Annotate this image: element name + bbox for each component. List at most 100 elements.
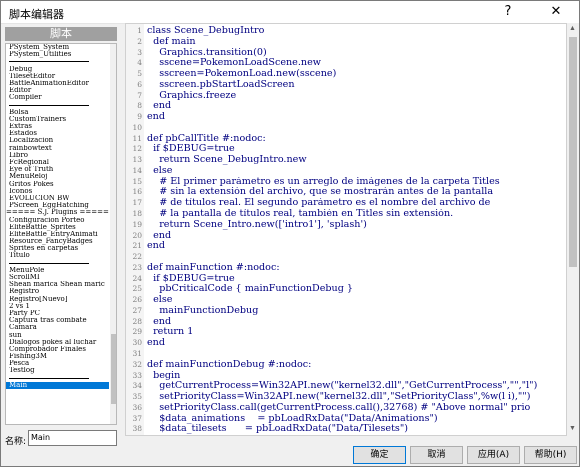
code-text[interactable]: else [147,295,172,306]
script-list-item[interactable]: EliteBattle_Sprites [6,224,109,231]
code-line[interactable]: 19 return Scene_Intro.new(['intro1'], 's… [126,220,566,231]
script-list-item[interactable]: Editor [6,87,109,94]
cancel-button[interactable]: 取消 [410,446,463,464]
code-line[interactable]: 10 [126,123,566,134]
ok-button[interactable]: 确定 [353,446,406,464]
script-list-item[interactable]: Iconos [6,188,109,195]
code-line[interactable]: 37 $data_animations = pbLoadRxData("Data… [126,414,566,425]
scroll-down-icon[interactable]: ▼ [569,425,576,432]
script-list-item[interactable]: Registro [6,288,109,295]
help-icon[interactable]: ? [485,1,531,23]
code-lines[interactable]: 1 class Scene_DebugIntro 2 def main 3 Graph… [126,26,566,436]
script-list-item[interactable]: FcRegional [6,159,109,166]
script-list-item[interactable]: Localizacion [6,137,109,144]
code-line[interactable]: 8 end [126,101,566,112]
code-text[interactable]: setPriorityClass.call(getCurrentProcess.… [147,403,530,414]
script-list-item[interactable]: Party PC [6,310,109,317]
script-list-item[interactable]: sun [6,332,109,339]
code-line[interactable]: 28 end [126,317,566,328]
code-text[interactable]: pbCriticalCode { mainFunctionDebug } [147,284,353,295]
code-text[interactable]: sscreen=PokemonLoad.new(sscene) [147,69,336,80]
script-list-item[interactable]: Configuracion Porteo [6,217,109,224]
script-list-item[interactable]: Resource_FancyBadges [6,238,109,245]
code-line[interactable]: 26 else [126,295,566,306]
scroll-up-icon[interactable]: ▲ [569,25,576,32]
code-line[interactable]: 39 $data_common_events = pbLoadRxData("D… [126,435,566,436]
code-line[interactable]: 13 return Scene_DebugIntro.new [126,155,566,166]
code-line[interactable]: 2 def main [126,37,566,48]
script-list-scrollbar[interactable] [110,44,116,424]
code-line[interactable]: 9 end [126,112,566,123]
code-text[interactable]: def mainFunction #:nodoc: [147,263,280,274]
code-line[interactable]: 24 if $DEBUG=true [126,274,566,285]
script-list-item[interactable]: Eye of Truth [6,166,109,173]
code-text[interactable]: # El primer parámetro es un arreglo de i… [147,177,500,188]
script-list-item[interactable]: TilesetEditor [6,73,109,80]
script-name-field[interactable]: Main [28,430,117,446]
code-text[interactable]: $data_animations = pbLoadRxData("Data/An… [147,414,437,425]
code-text[interactable]: # la pantalla de títulos real, también e… [147,209,453,220]
code-line[interactable]: 20 end [126,231,566,242]
code-text[interactable]: def pbCallTitle #:nodoc: [147,134,266,145]
code-text[interactable]: sscreen.pbStartLoadScreen [147,80,294,91]
code-line[interactable]: 22 [126,252,566,263]
code-line[interactable]: 11 def pbCallTitle #:nodoc: [126,134,566,145]
code-text[interactable]: end [147,231,171,242]
code-text[interactable]: mainFunctionDebug [147,306,258,317]
code-line[interactable]: 3 Graphics.transition(0) [126,48,566,59]
code-line[interactable]: 32 def mainFunctionDebug #:nodoc: [126,360,566,371]
help-button[interactable]: 帮助(H) [524,446,577,464]
code-text[interactable]: end [147,101,171,112]
code-text[interactable]: Graphics.freeze [147,91,236,102]
script-list-item[interactable]: ===== S.J. Plugins ====== [6,209,109,216]
code-text[interactable]: return 1 [147,327,193,338]
code-text[interactable]: end [147,317,171,328]
code-line[interactable]: 34 getCurrentProcess=Win32API.new("kerne… [126,381,566,392]
code-line[interactable]: 35 setPriorityClass=Win32API.new("kernel… [126,392,566,403]
code-line[interactable]: 18 # la pantalla de títulos real, tambié… [126,209,566,220]
script-list-item[interactable]: Estados [6,130,109,137]
script-list-item[interactable]: Captura tras combate [6,317,109,324]
code-line[interactable]: 27 mainFunctionDebug [126,306,566,317]
script-list-item[interactable]: Pesca [6,360,109,367]
script-list-item[interactable]: ScrollMI [6,274,109,281]
code-line[interactable]: 7 Graphics.freeze [126,91,566,102]
script-list-item[interactable]: Compiler [6,94,109,101]
script-list-item[interactable]: Main [6,381,109,389]
code-line[interactable]: 16 # sin la extensión del archivo, que s… [126,187,566,198]
script-list-item[interactable]: Fishing3M [6,353,109,360]
code-text[interactable]: sscene=PokemonLoadScene.new [147,58,321,69]
list-separator[interactable] [6,102,109,109]
script-list[interactable]: PSystem_System PSystem_Utilities Debug Tile… [5,43,117,425]
code-line[interactable]: 1 class Scene_DebugIntro [126,26,566,37]
code-text[interactable]: getCurrentProcess=Win32API.new("kernel32… [147,381,537,392]
code-line[interactable]: 21 end [126,241,566,252]
code-text[interactable]: else [147,166,172,177]
code-line[interactable]: 33 begin [126,371,566,382]
code-text[interactable]: end [147,338,165,349]
code-line[interactable]: 12 if $DEBUG=true [126,144,566,155]
script-list-item[interactable]: CustomTrainers [6,116,109,123]
list-separator[interactable] [6,375,109,382]
list-separator[interactable] [6,58,109,65]
script-list-scroll-thumb[interactable] [111,334,116,404]
code-line[interactable]: 17 # de títulos real. El segundo parámet… [126,198,566,209]
apply-button[interactable]: 应用(A) [467,446,520,464]
editor-scrollbar[interactable]: ▲ ▼ [567,23,579,436]
script-list-item[interactable]: 2 vs 1 [6,303,109,310]
code-text[interactable]: class Scene_DebugIntro [147,26,264,37]
code-line[interactable]: 29 return 1 [126,327,566,338]
code-text[interactable]: # de títulos real. El segundo parámetro … [147,198,490,209]
script-list-item[interactable]: Shean marica Shean maric [6,281,109,288]
script-list-item[interactable]: Bolsa [6,109,109,116]
code-text[interactable]: if $DEBUG=true [147,144,235,155]
script-list-item[interactable]: Titulo [6,252,109,259]
code-text[interactable]: Graphics.transition(0) [147,48,267,59]
code-text[interactable]: $data_common_events = pbLoadRxData("Data… [147,435,474,436]
code-editor[interactable]: 1 class Scene_DebugIntro 2 def main 3 Graph… [125,23,567,436]
code-line[interactable]: 31 [126,349,566,360]
code-text[interactable]: end [147,241,165,252]
script-list-item[interactable]: PSystem_Utilities [6,51,109,58]
script-list-item[interactable]: Comprobador Finales [6,346,109,353]
code-text[interactable]: # sin la extensión del archivo, que se m… [147,187,493,198]
